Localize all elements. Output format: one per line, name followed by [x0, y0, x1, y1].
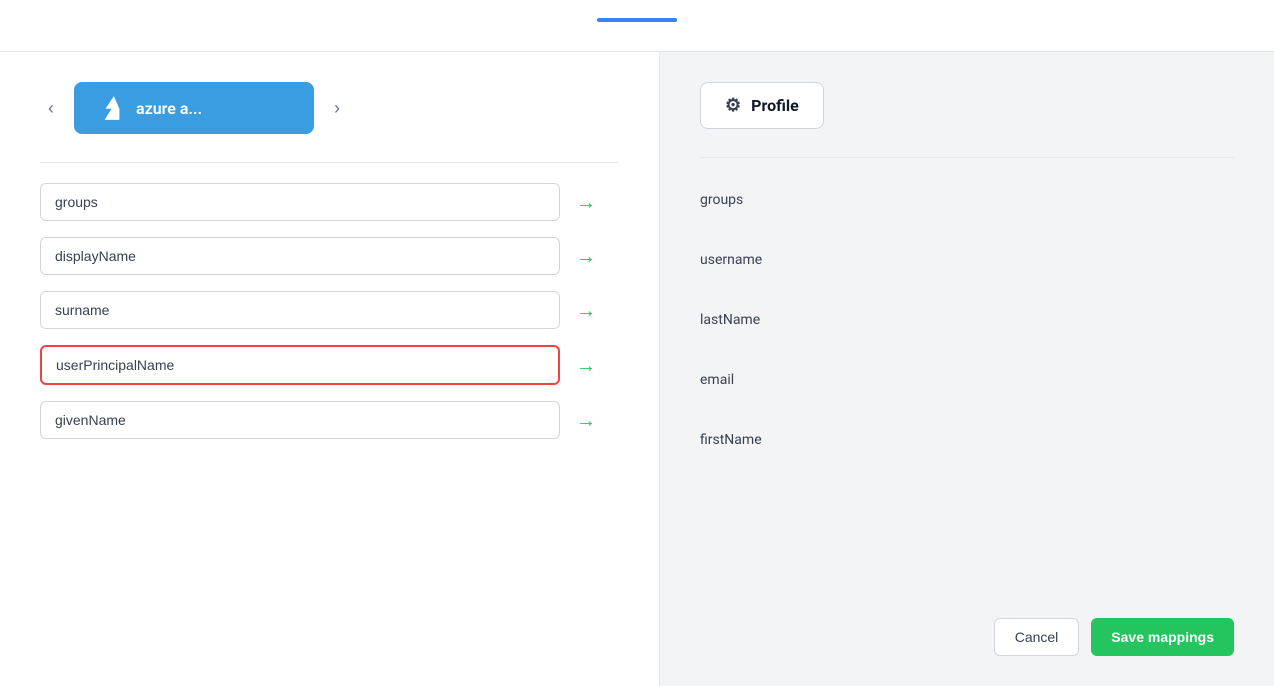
mapping-row-groups: → — [40, 183, 619, 221]
dest-field-email: email — [700, 358, 1234, 402]
progress-bar — [597, 18, 677, 22]
dest-field-groups: groups — [700, 178, 1234, 222]
action-buttons: Cancel Save mappings — [700, 598, 1234, 656]
field-groups-input[interactable] — [40, 183, 560, 221]
divider — [40, 162, 619, 163]
dest-fields: groups username lastName email firstName — [700, 178, 1234, 598]
field-displayName-input[interactable] — [40, 237, 560, 275]
mapping-row-givenName: → — [40, 401, 619, 439]
source-badge: azure a... — [74, 82, 314, 134]
dest-field-email-label: email — [700, 372, 734, 388]
gear-icon: ⚙ — [725, 95, 741, 116]
azure-logo-icon — [98, 94, 126, 122]
chevron-left-icon: ‹ — [48, 98, 54, 119]
field-userPrincipalName-input[interactable] — [40, 345, 560, 385]
chevron-right-icon: › — [334, 98, 340, 119]
arrow-right-icon-givenName: → — [576, 408, 596, 433]
source-header: ‹ azure a... › — [40, 82, 619, 134]
dest-field-lastName: lastName — [700, 298, 1234, 342]
source-label: azure a... — [136, 99, 202, 118]
mapping-row-displayName: → — [40, 237, 619, 275]
dest-field-username: username — [700, 238, 1234, 282]
profile-label: Profile — [751, 96, 799, 115]
right-panel: ⚙ Profile groups username lastName email… — [660, 52, 1274, 686]
save-mappings-button[interactable]: Save mappings — [1091, 618, 1234, 656]
main-container: ‹ azure a... › → → — [0, 52, 1274, 686]
field-givenName-input[interactable] — [40, 401, 560, 439]
dest-field-lastName-label: lastName — [700, 312, 760, 328]
arrow-right-icon-userPrincipalName: → — [576, 353, 596, 378]
dest-field-firstName-label: firstName — [700, 432, 762, 448]
arrow-right-icon-surname: → — [576, 298, 596, 323]
mapping-rows: → → → → → — [40, 183, 619, 439]
arrow-right-icon-groups: → — [576, 190, 596, 215]
dest-field-username-label: username — [700, 252, 762, 268]
right-divider — [700, 157, 1234, 158]
prev-arrow-button[interactable]: ‹ — [40, 94, 62, 123]
mapping-row-userPrincipalName: → — [40, 345, 619, 385]
left-panel: ‹ azure a... › → → — [0, 52, 660, 686]
next-arrow-button[interactable]: › — [326, 94, 348, 123]
arrow-right-icon-displayName: → — [576, 244, 596, 269]
dest-field-firstName: firstName — [700, 418, 1234, 462]
cancel-button[interactable]: Cancel — [994, 618, 1080, 656]
dest-field-groups-label: groups — [700, 192, 743, 208]
mapping-row-surname: → — [40, 291, 619, 329]
profile-badge: ⚙ Profile — [700, 82, 824, 129]
dest-header: ⚙ Profile — [700, 82, 1234, 129]
top-bar — [0, 0, 1274, 52]
field-surname-input[interactable] — [40, 291, 560, 329]
